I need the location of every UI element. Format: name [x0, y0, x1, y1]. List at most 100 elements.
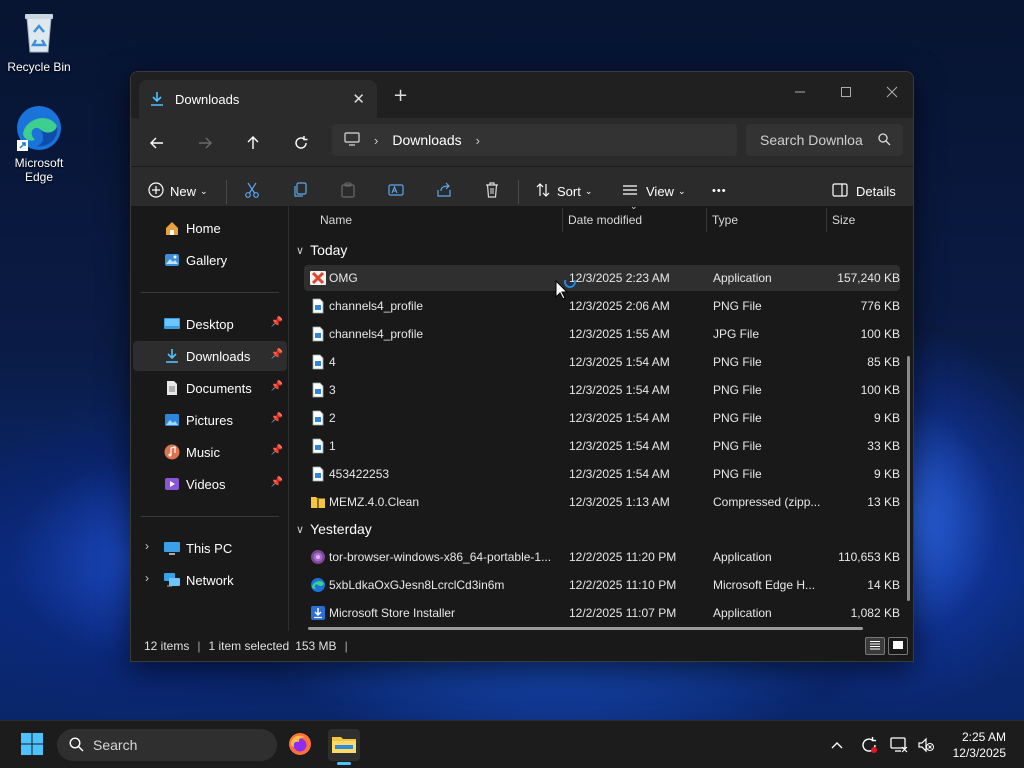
file-row[interactable]: 3 12/3/2025 1:54 AM PNG File 100 KB: [304, 377, 900, 403]
file-date: 12/3/2025 1:55 AM: [569, 327, 670, 341]
taskbar-search-box[interactable]: Search: [57, 729, 277, 761]
column-header-size[interactable]: Size: [832, 213, 855, 227]
file-row[interactable]: 4 12/3/2025 1:54 AM PNG File 85 KB: [304, 349, 900, 375]
horizontal-scrollbar[interactable]: [308, 627, 863, 630]
new-tab-button[interactable]: +: [393, 85, 408, 106]
volume-muted-icon[interactable]: [916, 735, 936, 755]
file-size: 13 KB: [867, 495, 900, 509]
file-type: PNG File: [713, 467, 762, 481]
file-row[interactable]: 5xbLdkaOxGJesn8LcrclCd3in6m 12/2/2025 11:…: [304, 572, 900, 598]
file-row[interactable]: 1 12/3/2025 1:54 AM PNG File 33 KB: [304, 433, 900, 459]
sidebar-item-gallery[interactable]: Gallery: [133, 245, 287, 275]
tab-bar: Downloads ✕ +: [131, 72, 913, 118]
details-view-button[interactable]: [865, 637, 885, 655]
column-divider[interactable]: [826, 208, 827, 232]
search-input[interactable]: Search Downloa: [746, 124, 903, 156]
group-header-yesterday[interactable]: ∨ Yesterday: [296, 517, 372, 541]
desktop-icon-edge[interactable]: Microsoft Edge: [1, 104, 77, 184]
sidebar-item-home[interactable]: Home: [133, 213, 287, 243]
forward-button[interactable]: [194, 132, 216, 154]
file-row[interactable]: channels4_profile 12/3/2025 1:55 AM JPG Fi…: [304, 321, 900, 347]
file-size: 33 KB: [867, 439, 900, 453]
file-size: 776 KB: [860, 299, 900, 313]
file-row[interactable]: 2 12/3/2025 1:54 AM PNG File 9 KB: [304, 405, 900, 431]
show-hidden-icons-button[interactable]: [827, 735, 847, 755]
firefox-icon: [288, 732, 312, 759]
sidebar-item-desktop[interactable]: Desktop 📌: [133, 309, 287, 339]
vertical-scrollbar[interactable]: [907, 356, 910, 601]
edge-icon: [15, 104, 63, 152]
rename-icon: [388, 182, 404, 201]
update-status-icon[interactable]: [859, 735, 879, 755]
file-name: channels4_profile: [329, 327, 424, 341]
edge-label: Microsoft Edge: [14, 156, 64, 184]
file-row[interactable]: Microsoft Store Installer 12/2/2025 11:07…: [304, 600, 900, 626]
file-type: Application: [713, 271, 772, 285]
chevron-right-icon[interactable]: ›: [145, 539, 149, 553]
image-file-icon: [310, 298, 326, 314]
network-status-icon[interactable]: [889, 735, 909, 755]
maximize-button[interactable]: [823, 78, 869, 106]
back-button[interactable]: [146, 132, 168, 154]
file-row[interactable]: tor-browser-windows-x86_64-portable-1...…: [304, 544, 900, 570]
minimize-button[interactable]: [777, 78, 823, 106]
home-icon: [164, 220, 180, 236]
file-type: PNG File: [713, 411, 762, 425]
plus-circle-icon: [148, 181, 164, 201]
sidebar-item-network[interactable]: › Network: [133, 565, 287, 595]
file-name: MEMZ.4.0.Clean: [329, 495, 420, 509]
file-size: 100 KB: [860, 383, 900, 397]
view-lines-icon: [622, 182, 638, 201]
tab-downloads[interactable]: Downloads ✕: [139, 80, 377, 118]
sidebar-item-pictures[interactable]: Pictures 📌: [133, 405, 287, 435]
chevron-down-icon: ∨: [296, 244, 305, 257]
start-button[interactable]: [16, 729, 48, 761]
tab-title: Downloads: [175, 91, 240, 107]
column-header-type[interactable]: Type: [712, 213, 738, 227]
file-row[interactable]: 453422253 12/3/2025 1:54 AM PNG File 9 KB: [304, 461, 900, 487]
file-type: Compressed (zipp...: [713, 495, 821, 509]
sidebar-item-videos[interactable]: Videos 📌: [133, 469, 287, 499]
desktop-icon-recycle-bin[interactable]: Recycle Bin: [1, 8, 77, 74]
sidebar-item-documents[interactable]: Documents 📌: [133, 373, 287, 403]
file-type: PNG File: [713, 383, 762, 397]
sidebar-item-downloads[interactable]: Downloads 📌: [133, 341, 287, 371]
column-header-name[interactable]: Name: [320, 213, 352, 227]
image-file-icon: [310, 438, 326, 454]
image-file-icon: [310, 326, 326, 342]
file-row[interactable]: channels4_profile 12/3/2025 2:06 AM PNG Fi…: [304, 293, 900, 319]
taskbar-file-explorer[interactable]: [328, 729, 360, 765]
music-icon: [164, 444, 180, 460]
column-header-date[interactable]: Date modified: [568, 213, 642, 227]
file-row[interactable]: MEMZ.4.0.Clean 12/3/2025 1:13 AM Compresse…: [304, 489, 900, 515]
sidebar-item-this-pc[interactable]: › This PC: [133, 533, 287, 563]
breadcrumb[interactable]: › Downloads ›: [332, 124, 737, 156]
group-header-today[interactable]: ∨ Today: [296, 238, 347, 262]
column-divider[interactable]: [562, 208, 563, 232]
taskbar: Search 2:25 AM 12/3/2025: [0, 720, 1024, 768]
system-clock[interactable]: 2:25 AM 12/3/2025: [953, 729, 1006, 761]
taskbar-firefox[interactable]: [284, 729, 316, 761]
file-date: 12/2/2025 11:10 PM: [569, 578, 677, 592]
breadcrumb-downloads[interactable]: Downloads: [392, 132, 461, 148]
taskbar-search-label: Search: [93, 737, 138, 753]
monitor-icon[interactable]: [344, 131, 360, 149]
tiles-view-button[interactable]: [888, 637, 908, 655]
close-tab-icon[interactable]: ✕: [352, 90, 365, 108]
chevron-right-icon[interactable]: ›: [374, 133, 378, 148]
up-button[interactable]: [242, 132, 264, 154]
chevron-right-icon[interactable]: ›: [476, 133, 480, 148]
close-window-button[interactable]: [869, 78, 913, 106]
downloads-icon: [164, 348, 180, 364]
file-type: PNG File: [713, 355, 762, 369]
file-date: 12/3/2025 1:13 AM: [569, 495, 670, 509]
file-date: 12/3/2025 1:54 AM: [569, 355, 670, 369]
sidebar-item-music[interactable]: Music 📌: [133, 437, 287, 467]
file-row[interactable]: OMG 12/3/2025 2:23 AM Application 157,240 K…: [304, 265, 900, 291]
refresh-button[interactable]: [290, 132, 312, 154]
windows-logo-icon: [20, 732, 44, 759]
column-divider[interactable]: [706, 208, 707, 232]
chevron-right-icon[interactable]: ›: [145, 571, 149, 585]
share-icon: [436, 182, 452, 201]
file-size: 9 KB: [873, 467, 900, 481]
